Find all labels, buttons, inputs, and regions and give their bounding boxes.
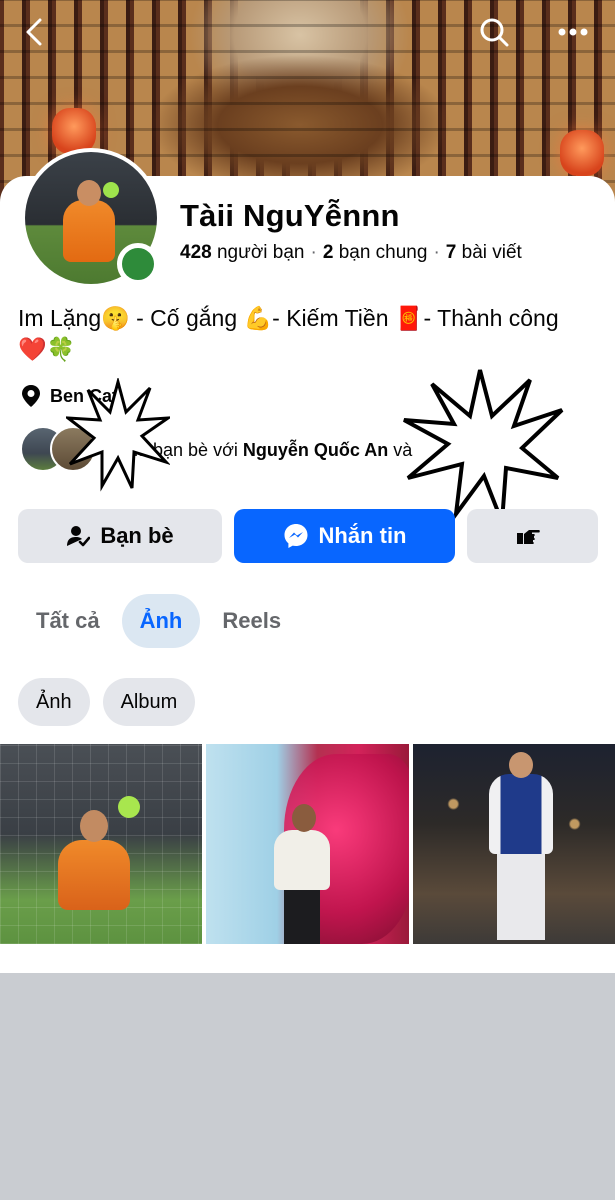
mutual-friend-name[interactable]: Nguyễn Quốc An xyxy=(243,440,388,460)
friend-check-icon xyxy=(67,526,91,547)
photo-thumbnail[interactable] xyxy=(413,744,615,944)
tab-photos[interactable]: Ảnh xyxy=(121,594,201,648)
stats-separator: · xyxy=(433,242,440,263)
chevron-left-icon xyxy=(26,18,42,46)
chip-photos[interactable]: Ảnh xyxy=(18,678,90,726)
search-button[interactable] xyxy=(474,12,514,52)
tab-all[interactable]: Tất cả xyxy=(18,594,118,648)
location-pin-icon xyxy=(22,385,40,407)
friends-button-label: Bạn bè xyxy=(100,523,174,548)
message-button-label: Nhắn tin xyxy=(318,523,407,548)
mutual-count: 2 xyxy=(322,242,334,263)
photo-thumbnail[interactable] xyxy=(206,744,409,944)
messenger-icon xyxy=(284,524,307,548)
friends-count: 428 xyxy=(180,242,212,263)
profile-bio: Im Lặng🤫 - Cố gắng 💪- Kiếm Tiền 🧧- Thành… xyxy=(18,303,598,365)
bio-line: Im Lặng🤫 - Cố gắng 💪- Kiếm Tiền 🧧- Thành… xyxy=(18,305,559,331)
friends-button[interactable]: Bạn bè xyxy=(18,509,222,563)
mutual-friends-text: là bạn bè với Nguyễn Quốc An và xyxy=(134,440,413,460)
profile-tabs: Tất cả Ảnh Reels xyxy=(18,594,303,648)
bio-line: ❤️🍀 xyxy=(18,336,76,362)
stats-separator: · xyxy=(310,242,317,263)
search-icon xyxy=(480,18,509,47)
profile-stats: 428 người bạn · 2 bạn chung · 7 bài viết xyxy=(180,242,522,264)
photo-grid xyxy=(0,744,615,944)
redaction-starburst xyxy=(403,369,564,523)
back-button[interactable] xyxy=(14,12,54,52)
mutual-label[interactable]: bạn chung xyxy=(339,242,428,263)
posts-count: 7 xyxy=(445,242,457,263)
tab-reels[interactable]: Reels xyxy=(204,594,299,648)
poke-button[interactable] xyxy=(467,509,598,563)
profile-name: Tàii NguYễnnn xyxy=(180,198,400,233)
photo-filter-chips: Ảnh Album xyxy=(18,678,208,726)
chip-album[interactable]: Album xyxy=(102,678,196,726)
photo-thumbnail[interactable] xyxy=(0,744,202,944)
poke-hand-icon xyxy=(516,530,540,544)
message-button[interactable]: Nhắn tin xyxy=(234,509,455,563)
posts-label[interactable]: bài viết xyxy=(462,242,522,263)
more-icon xyxy=(558,28,588,36)
online-status-dot xyxy=(117,243,159,285)
friends-label[interactable]: người bạn xyxy=(217,242,305,263)
more-button[interactable] xyxy=(553,12,593,52)
lantern-decoration xyxy=(560,130,604,176)
redaction-starburst xyxy=(66,378,170,492)
